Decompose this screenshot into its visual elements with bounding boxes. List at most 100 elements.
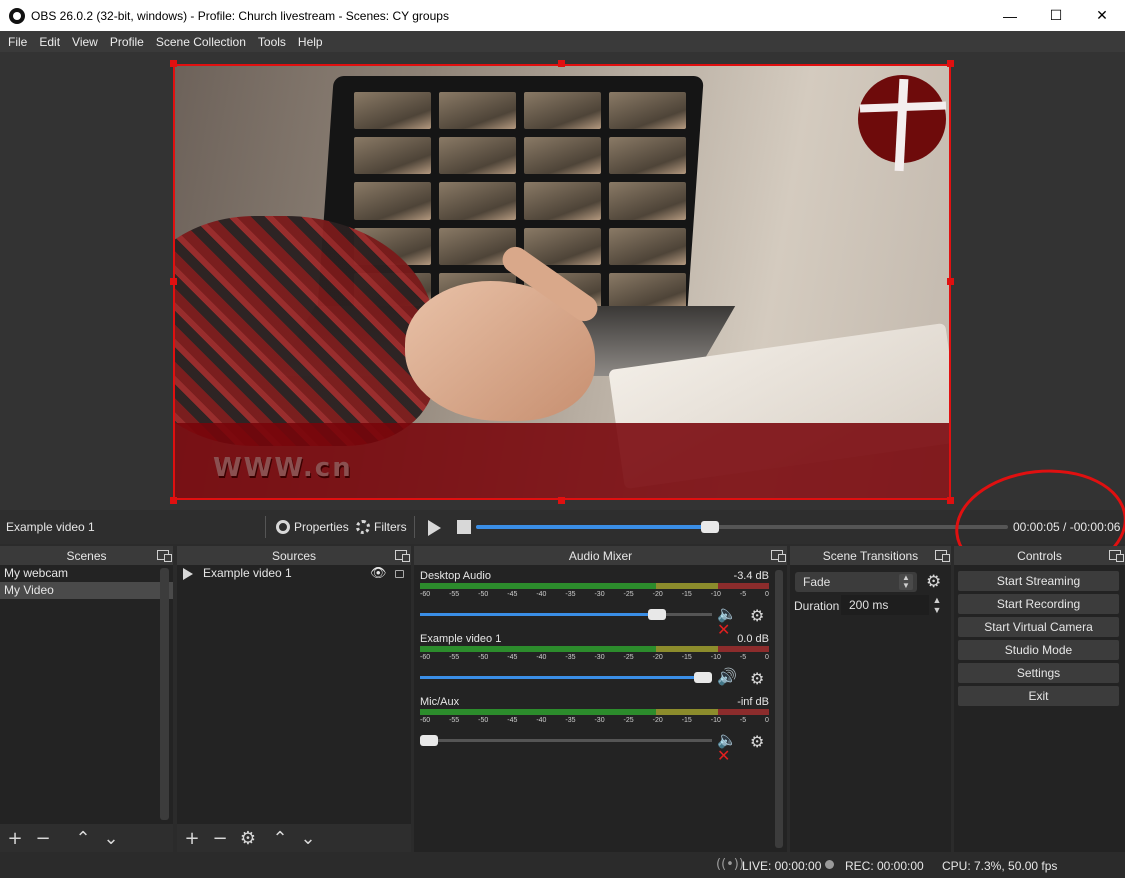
tick-label: -40 bbox=[536, 654, 547, 661]
settings-button[interactable]: Settings bbox=[958, 663, 1119, 683]
filters-button[interactable]: Filters bbox=[356, 517, 407, 537]
studio-mode-button[interactable]: Studio Mode bbox=[958, 640, 1119, 660]
channel-name: Mic/Aux bbox=[420, 696, 460, 708]
play-icon[interactable] bbox=[183, 568, 193, 580]
play-icon[interactable] bbox=[428, 520, 441, 536]
remove-icon[interactable]: − bbox=[211, 828, 229, 849]
gear-icon[interactable]: ⚙ bbox=[926, 572, 941, 592]
muted-speaker-icon[interactable]: 🔈✕ bbox=[717, 606, 741, 638]
tick-label: -30 bbox=[594, 717, 605, 724]
speaker-icon[interactable]: 🔊 bbox=[717, 669, 741, 685]
transform-handle[interactable] bbox=[947, 278, 954, 285]
tick-label: -55 bbox=[449, 591, 460, 598]
duration-label: Duration bbox=[794, 599, 840, 613]
volume-handle[interactable] bbox=[420, 735, 438, 746]
lock-icon[interactable] bbox=[395, 570, 404, 578]
volume-slider[interactable] bbox=[420, 735, 712, 746]
start-streaming-button[interactable]: Start Streaming bbox=[958, 571, 1119, 591]
channel-db: 0.0 dB bbox=[737, 633, 769, 645]
transform-handle[interactable] bbox=[170, 497, 177, 504]
undock-icon[interactable] bbox=[1109, 550, 1124, 562]
properties-button[interactable]: Properties bbox=[276, 517, 349, 537]
volume-slider[interactable] bbox=[420, 672, 712, 683]
tick-label: -55 bbox=[449, 654, 460, 661]
window-controls: — ☐ ✕ bbox=[987, 0, 1125, 31]
visibility-eye-icon[interactable]: 👁 bbox=[370, 565, 387, 582]
seek-slider[interactable] bbox=[476, 521, 1008, 533]
transform-handle[interactable] bbox=[558, 497, 565, 504]
transition-select[interactable]: Fade ▲ ▼ bbox=[795, 572, 917, 592]
source-item[interactable]: Example video 1 👁 bbox=[177, 565, 411, 582]
menu-edit[interactable]: Edit bbox=[33, 35, 66, 49]
live-time: LIVE: 00:00:00 bbox=[742, 859, 822, 873]
tick-label: -45 bbox=[507, 591, 518, 598]
meter-ticks: -60 -55 -50 -45 -40 -35 -30 -25 -20 -15 -10 -5 0 bbox=[420, 591, 769, 601]
transform-handle[interactable] bbox=[170, 60, 177, 67]
tick-label: -10 bbox=[710, 717, 721, 724]
scrollbar[interactable] bbox=[160, 568, 169, 820]
duration-stepper[interactable]: ▲ ▼ bbox=[931, 595, 943, 615]
stop-icon[interactable] bbox=[457, 520, 471, 534]
selected-source-name: Example video 1 bbox=[6, 520, 95, 534]
volume-slider[interactable] bbox=[420, 609, 712, 620]
menu-help[interactable]: Help bbox=[292, 35, 329, 49]
gear-icon[interactable]: ⚙ bbox=[750, 669, 766, 688]
menu-bar: File Edit View Profile Scene Collection … bbox=[0, 31, 1125, 52]
exit-button[interactable]: Exit bbox=[958, 686, 1119, 706]
minimize-button[interactable]: — bbox=[987, 0, 1033, 31]
tick-label: -60 bbox=[420, 591, 431, 598]
move-down-icon[interactable]: ⌄ bbox=[102, 828, 120, 849]
move-down-icon[interactable]: ⌄ bbox=[299, 828, 317, 849]
scenes-toolbar: + − ⌃ ⌄ bbox=[0, 824, 173, 852]
preview-canvas[interactable]: WWW.cn bbox=[173, 64, 951, 500]
menu-view[interactable]: View bbox=[66, 35, 104, 49]
filters-label: Filters bbox=[374, 520, 407, 534]
volume-handle[interactable] bbox=[647, 609, 666, 620]
close-button[interactable]: ✕ bbox=[1079, 0, 1125, 31]
scenes-list: My webcam My Video bbox=[0, 565, 173, 599]
title-bar: OBS 26.0.2 (32-bit, windows) - Profile: … bbox=[0, 0, 1125, 31]
rec-time: REC: 00:00:00 bbox=[845, 859, 924, 873]
menu-scene-collection[interactable]: Scene Collection bbox=[150, 35, 252, 49]
menu-tools[interactable]: Tools bbox=[252, 35, 292, 49]
start-virtual-camera-button[interactable]: Start Virtual Camera bbox=[958, 617, 1119, 637]
properties-label: Properties bbox=[294, 520, 349, 534]
sources-title: Sources bbox=[271, 548, 317, 563]
undock-icon[interactable] bbox=[771, 550, 786, 562]
undock-icon[interactable] bbox=[935, 550, 950, 562]
sources-dock: Sources Example video 1 👁 + − ⚙ ⌃ ⌄ bbox=[177, 546, 411, 852]
volume-meter bbox=[420, 709, 769, 715]
menu-profile[interactable]: Profile bbox=[104, 35, 150, 49]
seek-handle[interactable] bbox=[701, 521, 720, 533]
maximize-button[interactable]: ☐ bbox=[1033, 0, 1079, 31]
transform-handle[interactable] bbox=[170, 278, 177, 285]
volume-handle[interactable] bbox=[694, 672, 712, 683]
add-icon[interactable]: + bbox=[6, 828, 24, 849]
transform-handle[interactable] bbox=[558, 60, 565, 67]
add-icon[interactable]: + bbox=[183, 828, 201, 849]
tick-label: -20 bbox=[652, 591, 663, 598]
tick-label: -15 bbox=[681, 654, 692, 661]
move-up-icon[interactable]: ⌃ bbox=[74, 828, 92, 849]
tick-label: -15 bbox=[681, 717, 692, 724]
gear-icon[interactable]: ⚙ bbox=[750, 606, 766, 625]
undock-icon[interactable] bbox=[395, 550, 410, 562]
controls-title: Controls bbox=[1017, 548, 1062, 563]
scenes-title: Scenes bbox=[66, 548, 107, 563]
audio-mixer-dock: Audio Mixer Desktop Audio -3.4 dB -60 -55… bbox=[414, 546, 787, 852]
gear-icon[interactable]: ⚙ bbox=[239, 828, 257, 849]
transform-handle[interactable] bbox=[947, 60, 954, 67]
scrollbar[interactable] bbox=[775, 570, 783, 848]
menu-file[interactable]: File bbox=[2, 35, 33, 49]
remove-icon[interactable]: − bbox=[34, 828, 52, 849]
scene-item[interactable]: My webcam bbox=[0, 565, 173, 582]
gear-icon[interactable]: ⚙ bbox=[750, 732, 766, 751]
start-recording-button[interactable]: Start Recording bbox=[958, 594, 1119, 614]
scene-item[interactable]: My Video bbox=[0, 582, 173, 599]
duration-field[interactable]: 200 ms bbox=[841, 595, 929, 615]
muted-speaker-icon[interactable]: 🔈✕ bbox=[717, 732, 741, 764]
sources-toolbar: + − ⚙ ⌃ ⌄ bbox=[177, 824, 411, 852]
undock-icon[interactable] bbox=[157, 550, 172, 562]
transform-handle[interactable] bbox=[947, 497, 954, 504]
move-up-icon[interactable]: ⌃ bbox=[271, 828, 289, 849]
